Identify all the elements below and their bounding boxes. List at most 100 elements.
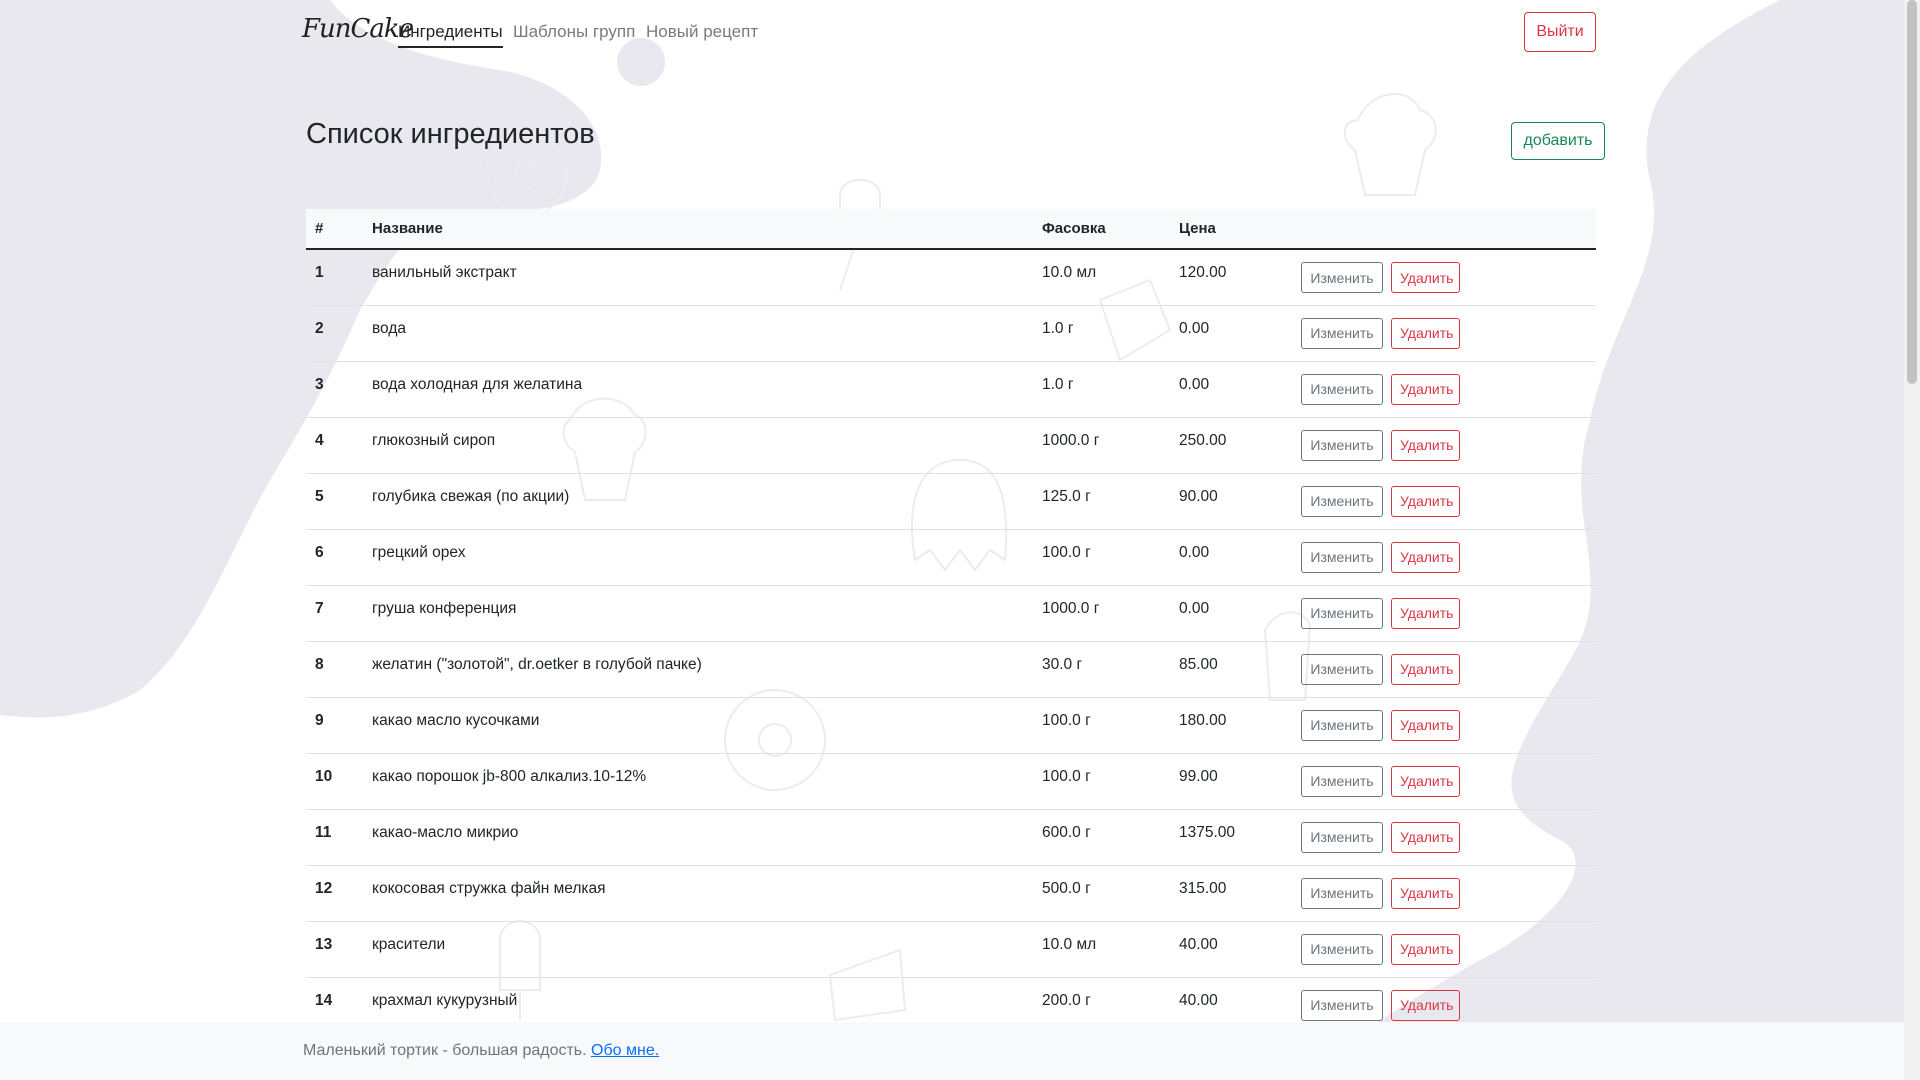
row-actions: Изменить Удалить: [1292, 921, 1596, 978]
table-row: 3 вода холодная для желатина 1.0 г 0.00 Изме…: [306, 361, 1596, 418]
edit-button[interactable]: Изменить: [1301, 653, 1383, 685]
row-number: 3: [306, 361, 363, 418]
logout-button[interactable]: Выйти: [1524, 12, 1596, 52]
row-number: 1: [306, 249, 363, 306]
row-actions: Изменить Удалить: [1292, 249, 1596, 306]
row-number: 10: [306, 753, 363, 810]
nav-link-group-templates[interactable]: Шаблоны групп: [513, 22, 635, 46]
row-number: 11: [306, 809, 363, 866]
table-row: 12 кокосовая стружка файн мелкая 500.0 г 31…: [306, 865, 1596, 922]
row-number: 13: [306, 921, 363, 978]
row-price: 0.00: [1170, 529, 1292, 586]
row-actions: Изменить Удалить: [1292, 585, 1596, 642]
row-number: 2: [306, 305, 363, 362]
table-row: 9 какао масло кусочками 100.0 г 180.00 Измен…: [306, 697, 1596, 754]
delete-button[interactable]: Удалить: [1391, 653, 1460, 685]
add-ingredient-button[interactable]: добавить: [1511, 122, 1605, 160]
nav-link-ingredients[interactable]: Ингредиенты: [398, 22, 503, 48]
footer-text: Маленький тортик - большая радость. Обо …: [303, 1042, 659, 1060]
row-price: 1375.00: [1170, 809, 1292, 866]
row-price: 315.00: [1170, 865, 1292, 922]
edit-button[interactable]: Изменить: [1301, 989, 1383, 1021]
table-row: 7 груша конференция 1000.0 г 0.00 Изменить Уд…: [306, 585, 1596, 642]
row-pack: 1000.0 г: [1033, 417, 1170, 474]
ingredients-table-container: # Название Фасовка Цена 1 ванильный экстр…: [306, 209, 1596, 1034]
row-number: 5: [306, 473, 363, 530]
row-pack: 100.0 г: [1033, 753, 1170, 810]
row-name: вода холодная для желатина: [363, 361, 1033, 418]
edit-button[interactable]: Изменить: [1301, 597, 1383, 629]
row-actions: Изменить Удалить: [1292, 865, 1596, 922]
table-row: 11 какао-масло микрио 600.0 г 1375.00 Измени…: [306, 809, 1596, 866]
edit-button[interactable]: Изменить: [1301, 933, 1383, 965]
nav-link-new-recipe[interactable]: Новый рецепт: [646, 22, 758, 46]
row-pack: 1.0 г: [1033, 305, 1170, 362]
edit-button[interactable]: Изменить: [1301, 485, 1383, 517]
row-price: 250.00: [1170, 417, 1292, 474]
row-pack: 1000.0 г: [1033, 585, 1170, 642]
header-actions: [1292, 209, 1596, 250]
delete-button[interactable]: Удалить: [1391, 317, 1460, 349]
delete-button[interactable]: Удалить: [1391, 821, 1460, 853]
header-number: #: [306, 209, 363, 250]
row-name: голубика свежая (по акции): [363, 473, 1033, 530]
header-name: Название: [363, 209, 1033, 250]
delete-button[interactable]: Удалить: [1391, 429, 1460, 461]
brand-logo[interactable]: FunCake: [302, 14, 414, 44]
edit-button[interactable]: Изменить: [1301, 429, 1383, 461]
table-row: 6 грецкий орех 100.0 г 0.00 Изменить Удалить: [306, 529, 1596, 586]
row-pack: 100.0 г: [1033, 529, 1170, 586]
delete-button[interactable]: Удалить: [1391, 933, 1460, 965]
edit-button[interactable]: Изменить: [1301, 877, 1383, 909]
row-number: 9: [306, 697, 363, 754]
row-pack: 100.0 г: [1033, 697, 1170, 754]
row-name: красители: [363, 921, 1033, 978]
delete-button[interactable]: Удалить: [1391, 709, 1460, 741]
delete-button[interactable]: Удалить: [1391, 877, 1460, 909]
delete-button[interactable]: Удалить: [1391, 597, 1460, 629]
row-pack: 1.0 г: [1033, 361, 1170, 418]
about-link[interactable]: Обо мне.: [591, 1042, 659, 1059]
edit-button[interactable]: Изменить: [1301, 821, 1383, 853]
edit-button[interactable]: Изменить: [1301, 541, 1383, 573]
delete-button[interactable]: Удалить: [1391, 765, 1460, 797]
scrollbar[interactable]: [1904, 0, 1920, 1080]
edit-button[interactable]: Изменить: [1301, 709, 1383, 741]
row-pack: 125.0 г: [1033, 473, 1170, 530]
row-price: 85.00: [1170, 641, 1292, 698]
row-price: 90.00: [1170, 473, 1292, 530]
row-pack: 10.0 мл: [1033, 921, 1170, 978]
row-actions: Изменить Удалить: [1292, 809, 1596, 866]
delete-button[interactable]: Удалить: [1391, 262, 1460, 293]
row-pack: 10.0 мл: [1033, 249, 1170, 306]
row-actions: Изменить Удалить: [1292, 697, 1596, 754]
row-number: 7: [306, 585, 363, 642]
table-row: 13 красители 10.0 мл 40.00 Изменить Удалить: [306, 921, 1596, 978]
row-name: какао масло кусочками: [363, 697, 1033, 754]
row-actions: Изменить Удалить: [1292, 529, 1596, 586]
cupcake-doodle-icon: [1343, 93, 1437, 196]
scrollbar-thumb[interactable]: [1907, 0, 1917, 384]
edit-button[interactable]: Изменить: [1301, 262, 1383, 293]
row-price: 0.00: [1170, 361, 1292, 418]
row-pack: 600.0 г: [1033, 809, 1170, 866]
row-name: ванильный экстракт: [363, 249, 1033, 306]
edit-button[interactable]: Изменить: [1301, 373, 1383, 405]
delete-button[interactable]: Удалить: [1391, 485, 1460, 517]
delete-button[interactable]: Удалить: [1391, 373, 1460, 405]
delete-button[interactable]: Удалить: [1391, 541, 1460, 573]
row-price: 99.00: [1170, 753, 1292, 810]
delete-button[interactable]: Удалить: [1391, 989, 1460, 1021]
row-price: 180.00: [1170, 697, 1292, 754]
table-row: 4 глюкозный сироп 1000.0 г 250.00 Изменить Уд…: [306, 417, 1596, 474]
row-name: вода: [363, 305, 1033, 362]
footer-tagline: Маленький тортик - большая радость.: [303, 1042, 587, 1059]
row-price: 0.00: [1170, 305, 1292, 362]
row-price: 40.00: [1170, 921, 1292, 978]
edit-button[interactable]: Изменить: [1301, 317, 1383, 349]
row-number: 8: [306, 641, 363, 698]
table-row: 1 ванильный экстракт 10.0 мл 120.00 Изменить…: [306, 249, 1596, 306]
edit-button[interactable]: Изменить: [1301, 765, 1383, 797]
row-name: какао порошок jb-800 алкализ.10-12%: [363, 753, 1033, 810]
row-name: глюкозный сироп: [363, 417, 1033, 474]
